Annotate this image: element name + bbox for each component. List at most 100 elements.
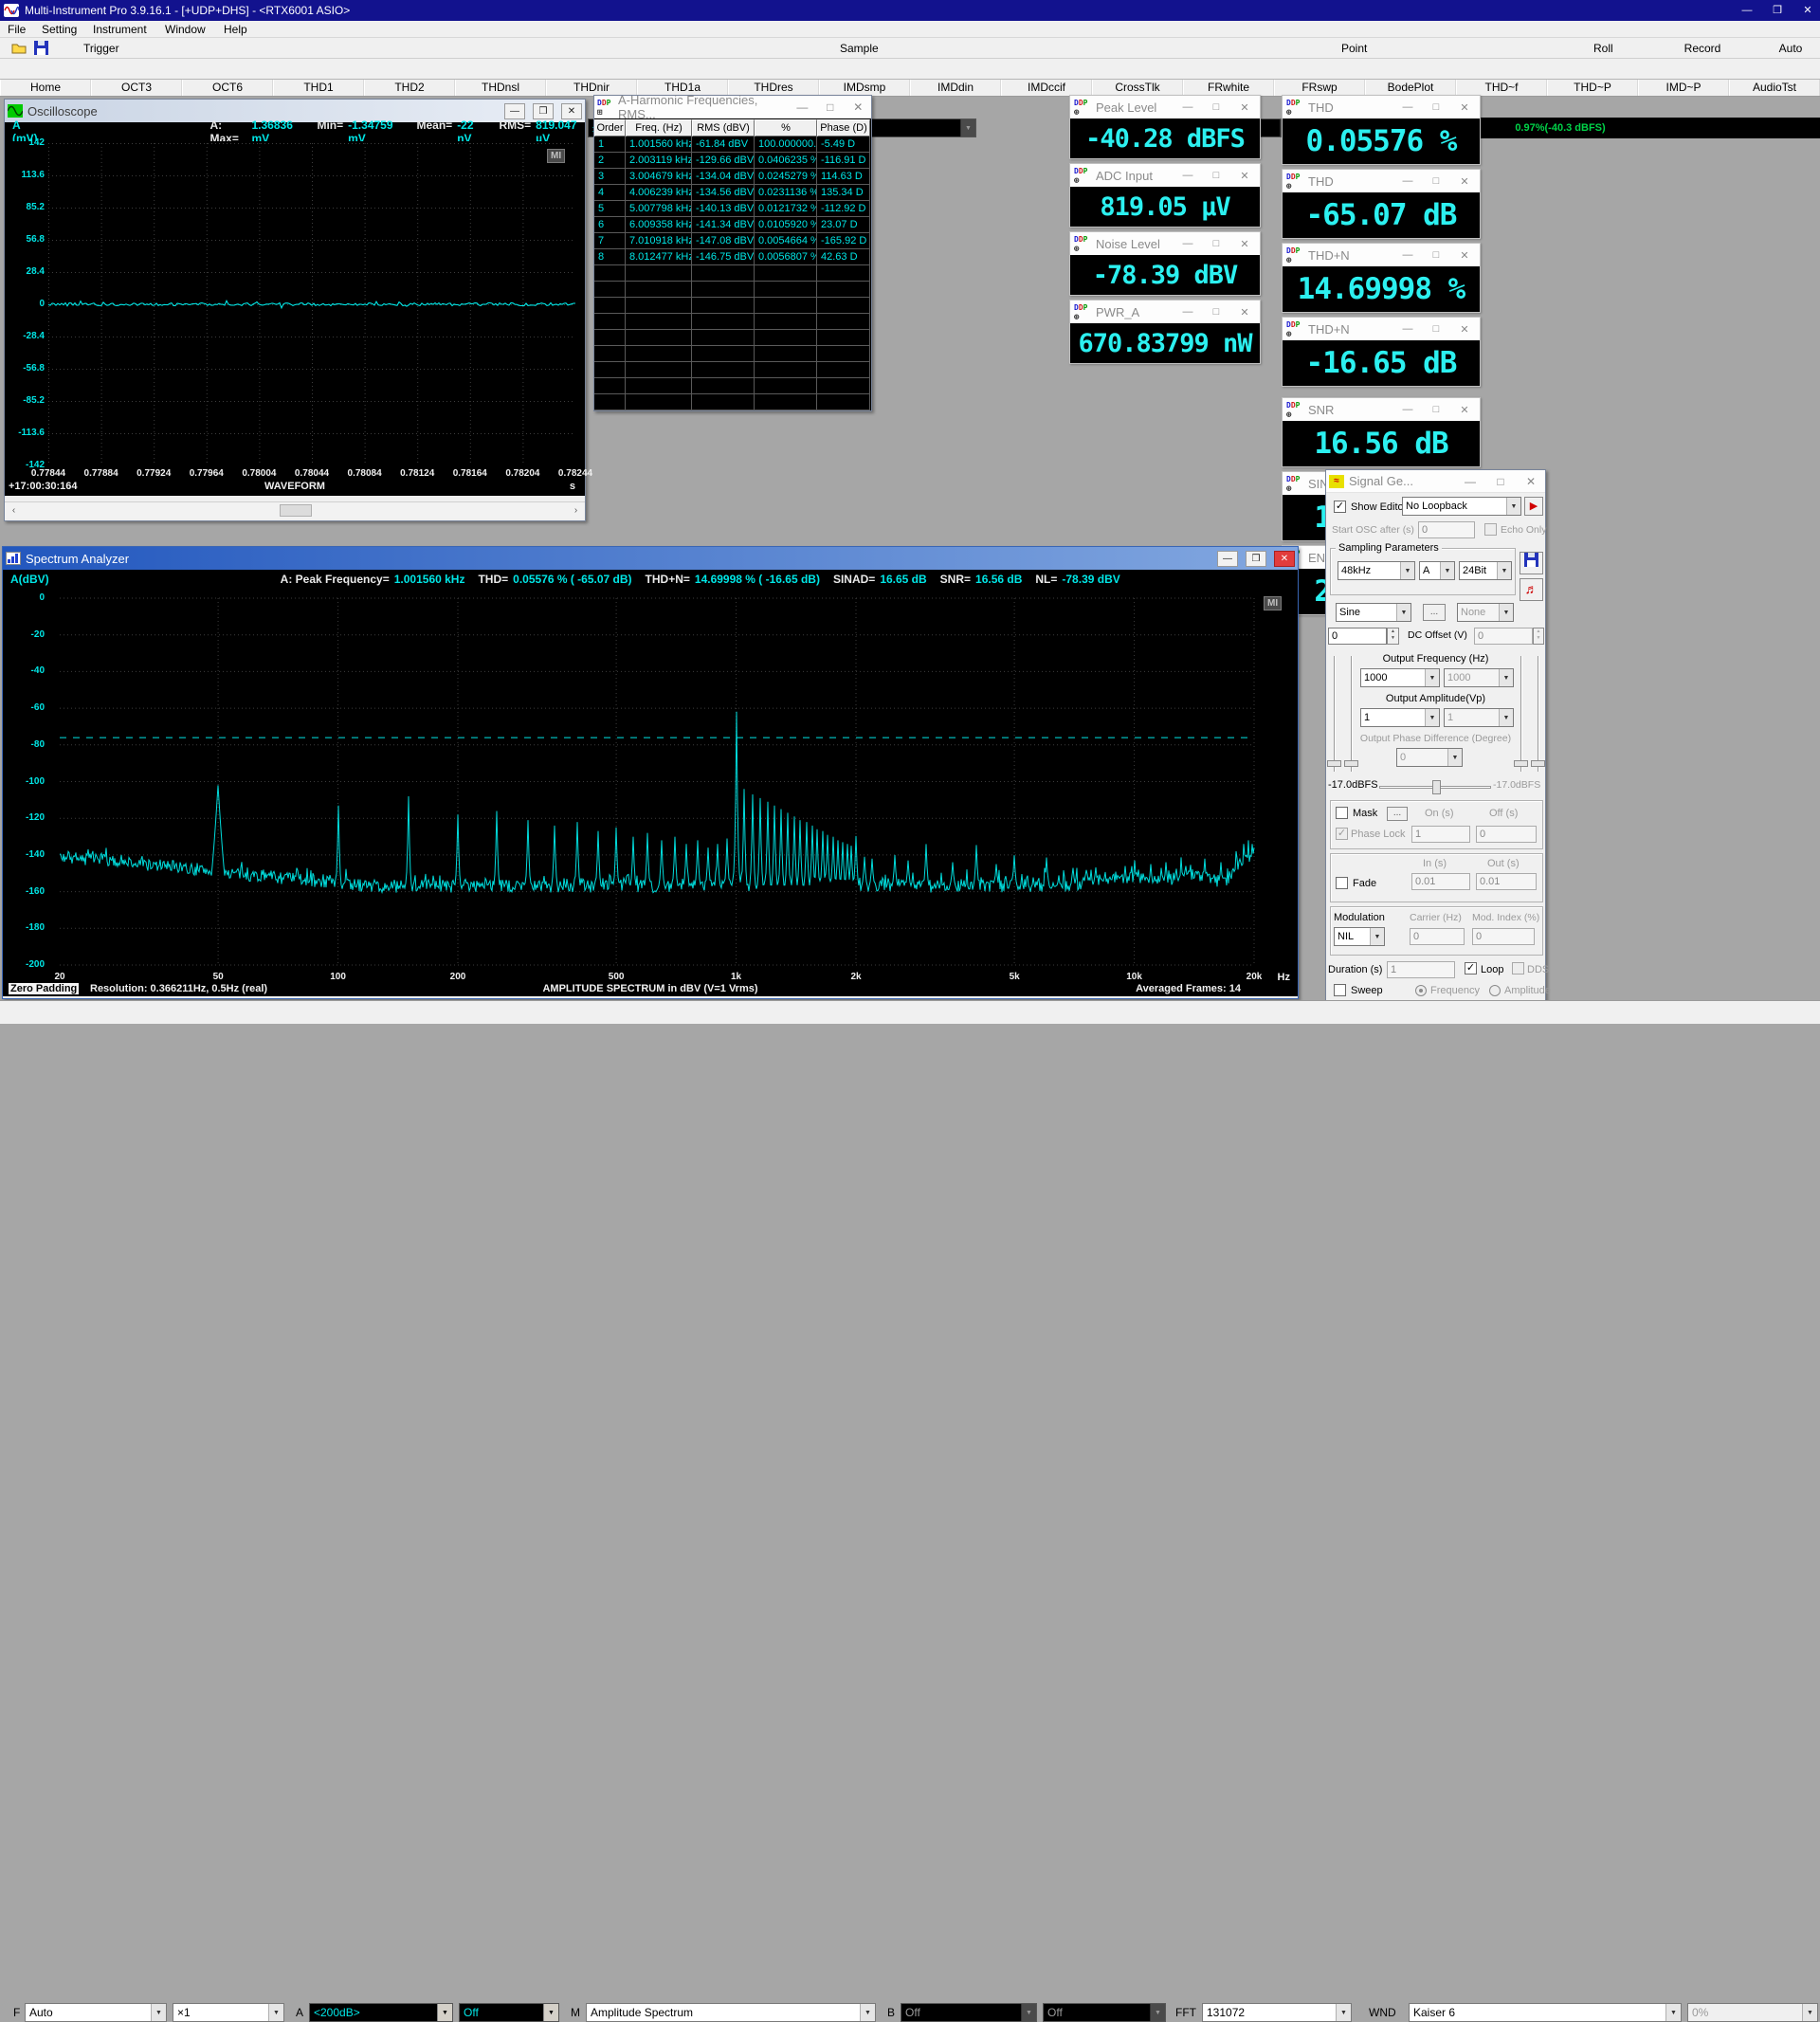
tab-frwhite[interactable]: FRwhite (1183, 80, 1274, 96)
harmonics-row[interactable] (594, 330, 871, 346)
tab-oct6[interactable]: OCT6 (182, 80, 273, 96)
close-icon[interactable]: ✕ (1453, 249, 1476, 262)
level-slider-handle[interactable] (1344, 760, 1358, 767)
freq-mult-select[interactable]: ×1▼ (173, 2003, 284, 2022)
window-function-select[interactable]: Kaiser 6▼ (1409, 2003, 1682, 2022)
waveform-select[interactable]: Sine▼ (1336, 603, 1411, 622)
level-slider-handle[interactable] (1327, 760, 1341, 767)
menu-item-file[interactable]: File (8, 21, 26, 38)
harmonics-row[interactable] (594, 265, 871, 282)
loopback-select[interactable]: No Loopback▼ (1402, 497, 1521, 516)
harmonics-row[interactable] (594, 346, 871, 362)
harmonics-column-header[interactable]: % (755, 119, 817, 137)
tab-crosstlk[interactable]: CrossTlk (1092, 80, 1183, 96)
minimize-icon[interactable]: — (1396, 404, 1419, 415)
a-range-select[interactable]: <200dB>▼ (309, 2003, 453, 2022)
show-editor-checkbox[interactable] (1334, 501, 1346, 513)
gen-bits-select[interactable]: 24Bit▼ (1459, 561, 1512, 580)
frequency-a-select[interactable]: 1000▼ (1360, 668, 1440, 687)
tab-thd1[interactable]: THD1 (273, 80, 364, 96)
loop-checkbox[interactable] (1465, 962, 1477, 975)
gen-channel-select[interactable]: A▼ (1419, 561, 1455, 580)
maximize-icon[interactable]: □ (1425, 175, 1447, 187)
a-mode-select[interactable]: Off▼ (459, 2003, 559, 2022)
fft-size-select[interactable]: 131072▼ (1202, 2003, 1352, 2022)
harmonics-row[interactable] (594, 362, 871, 378)
minimize-icon[interactable]: — (1396, 175, 1419, 187)
harmonics-row[interactable]: 66.009358 kHz-141.34 dBV0.0105920 %23.07… (594, 217, 871, 233)
maximize-icon[interactable]: □ (1425, 404, 1447, 415)
close-icon[interactable]: ✕ (1453, 404, 1476, 416)
scroll-thumb[interactable] (280, 504, 312, 517)
tab-oct3[interactable]: OCT3 (91, 80, 182, 96)
maximize-icon[interactable]: □ (1205, 101, 1228, 113)
maximize-icon[interactable]: ❒ (1763, 0, 1792, 21)
close-icon[interactable]: ✕ (848, 99, 868, 115)
meter-title-bar[interactable]: DDP⊕THD+N—□✕ (1283, 244, 1480, 266)
minimize-icon[interactable]: — (792, 99, 812, 115)
minimize-icon[interactable]: — (1396, 101, 1419, 113)
scroll-left-icon[interactable]: ‹ (7, 504, 21, 517)
harmonics-row[interactable]: 22.003119 kHz-129.66 dBV0.0406235 %-116.… (594, 153, 871, 169)
close-icon[interactable]: ✕ (1233, 238, 1256, 250)
restore-icon[interactable]: ❒ (1246, 551, 1266, 567)
measurement-mode-select[interactable]: Amplitude Spectrum▼ (586, 2003, 876, 2022)
level-slider-track[interactable] (1351, 656, 1353, 772)
scroll-right-icon[interactable]: › (569, 504, 583, 517)
close-icon[interactable]: ✕ (1274, 551, 1295, 567)
close-icon[interactable]: ✕ (1233, 170, 1256, 182)
harmonics-column-header[interactable]: Phase (D) (817, 119, 870, 137)
close-icon[interactable]: ✕ (1793, 0, 1820, 21)
maximize-icon[interactable]: □ (1425, 249, 1447, 261)
tab-frswp[interactable]: FRswp (1274, 80, 1365, 96)
close-icon[interactable]: ✕ (1453, 323, 1476, 336)
maximize-icon[interactable]: □ (1425, 323, 1447, 335)
meter-title-bar[interactable]: DDP⊕PWR_A—□✕ (1070, 301, 1260, 323)
level-slider-track[interactable] (1334, 656, 1336, 772)
harmonics-column-header[interactable]: Freq. (Hz) (626, 119, 692, 137)
maximize-icon[interactable]: □ (1425, 101, 1447, 113)
close-icon[interactable]: ✕ (561, 103, 582, 119)
level-slider-handle[interactable] (1531, 760, 1545, 767)
signal-generator-title-bar[interactable]: ≈ Signal Ge... — □ ✕ (1326, 470, 1545, 493)
maximize-icon[interactable]: □ (820, 99, 840, 115)
close-icon[interactable]: ✕ (1453, 101, 1476, 114)
tab-bodeplot[interactable]: BodePlot (1365, 80, 1456, 96)
tab-thdp[interactable]: THD~P (1547, 80, 1638, 96)
auto-button[interactable]: Auto (1763, 39, 1818, 58)
tab-thd2[interactable]: THD2 (364, 80, 455, 96)
waveform-more-button[interactable]: ... (1423, 604, 1446, 621)
spectrum-title-bar[interactable]: Spectrum Analyzer — ❒ ✕ (3, 547, 1298, 570)
tab-thdf[interactable]: THD~f (1456, 80, 1547, 96)
menu-item-setting[interactable]: Setting (42, 21, 77, 38)
harmonics-row[interactable]: 44.006239 kHz-134.56 dBV0.0231136 %135.3… (594, 185, 871, 201)
open-file-icon[interactable] (11, 42, 27, 57)
minimize-icon[interactable]: — (1217, 551, 1238, 567)
dc-offset-a-field[interactable]: 0 (1328, 628, 1387, 645)
spin-arrows-icon[interactable]: ▲▼ (1387, 628, 1399, 645)
tab-thdnsl[interactable]: THDnsl (455, 80, 546, 96)
harmonics-row[interactable] (594, 298, 871, 314)
meter-title-bar[interactable]: DDP⊕THD+N—□✕ (1283, 318, 1480, 340)
balance-slider-thumb[interactable] (1432, 780, 1441, 794)
save-signal-icon[interactable] (1520, 552, 1543, 574)
gen-rate-select[interactable]: 48kHz▼ (1338, 561, 1415, 580)
menu-item-window[interactable]: Window (165, 21, 206, 38)
minimize-icon[interactable]: — (1176, 306, 1199, 318)
harmonics-column-header[interactable]: RMS (dBV) (692, 119, 755, 137)
meter-title-bar[interactable]: DDP⊕THD—□✕ (1283, 170, 1480, 192)
harmonics-column-header[interactable]: Order (594, 119, 626, 137)
save-icon[interactable] (34, 41, 48, 58)
tab-imddin[interactable]: IMDdin (910, 80, 1001, 96)
menu-item-help[interactable]: Help (224, 21, 247, 38)
fade-checkbox[interactable] (1336, 877, 1348, 889)
record-button[interactable]: Record (1651, 39, 1754, 58)
minimize-icon[interactable]: — (1176, 238, 1199, 249)
minimize-icon[interactable]: — (1396, 323, 1419, 335)
maximize-icon[interactable]: □ (1489, 473, 1512, 489)
tab-audiotst[interactable]: AudioTst (1729, 80, 1820, 96)
generator-run-button[interactable]: ▶ (1524, 497, 1543, 516)
minimize-icon[interactable]: — (1396, 249, 1419, 261)
level-slider-track[interactable] (1520, 656, 1522, 772)
minimize-icon[interactable]: — (1176, 101, 1199, 113)
